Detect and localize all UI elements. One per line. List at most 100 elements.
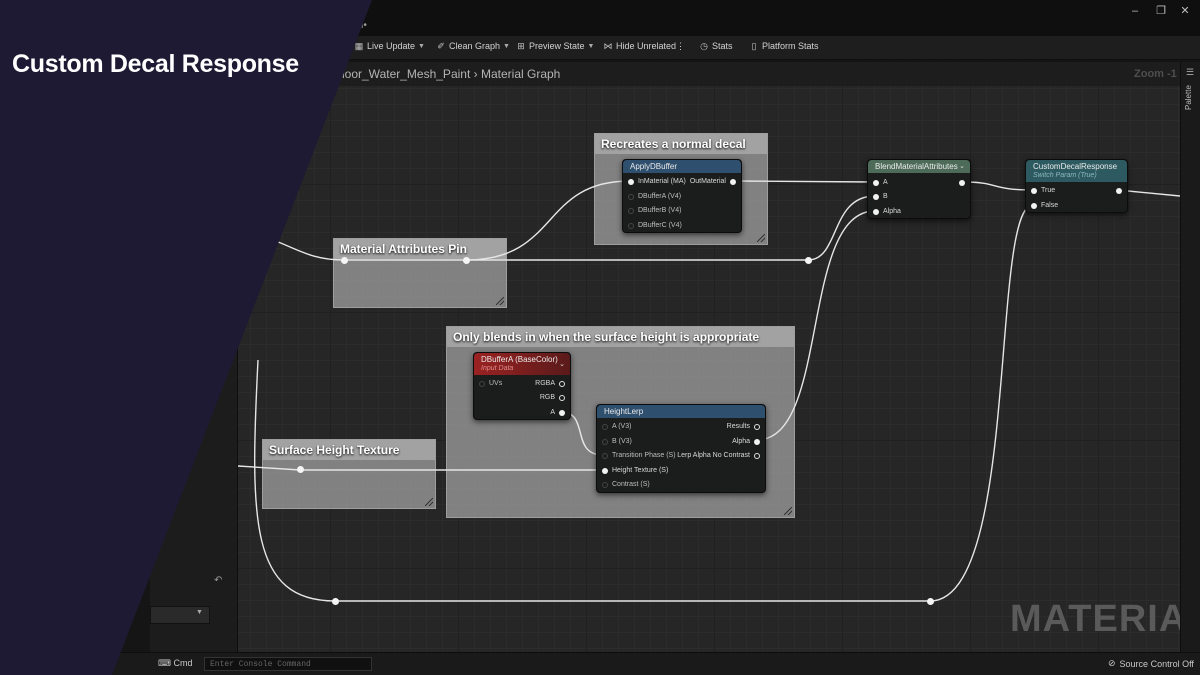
pin-label: Alpha xyxy=(732,438,750,445)
cmd-label: Cmd xyxy=(173,658,193,668)
pin-uvs[interactable]: UVs xyxy=(479,379,502,389)
reroute-knot[interactable] xyxy=(463,257,470,264)
pin-label: A xyxy=(883,179,888,186)
node-title: BlendMaterialAttributes xyxy=(875,162,958,171)
pin-dot xyxy=(754,439,760,445)
pin-dbuffera[interactable]: DBufferA (V4) xyxy=(628,192,681,202)
pin-dot xyxy=(1116,188,1122,194)
wire-left-loop xyxy=(237,229,345,261)
pin-dot xyxy=(959,180,965,186)
pin-a-v3[interactable]: A (V3) xyxy=(602,422,631,432)
pin-rgba[interactable]: RGBA xyxy=(535,379,565,389)
pin-false[interactable]: False xyxy=(1031,201,1058,211)
wire-pin-to-apply xyxy=(465,180,631,261)
pin-label: B (V3) xyxy=(612,438,632,445)
pin-lerp-alpha-no-contrast[interactable]: Lerp Alpha No Contrast xyxy=(677,451,760,461)
pin-dot xyxy=(628,194,634,200)
node-subtitle: Switch Param (True) xyxy=(1033,172,1097,179)
pin-label: A (V3) xyxy=(612,423,632,430)
node-blend-material-attributes[interactable]: BlendMaterialAttributes ⌄ A B Alpha xyxy=(867,159,971,219)
pin-dot xyxy=(873,180,879,186)
pin-dot xyxy=(559,410,565,416)
pin-label: DBufferA (V4) xyxy=(638,193,682,200)
wire-knot-to-b xyxy=(807,195,876,261)
pin-a[interactable]: A xyxy=(873,178,888,188)
pin-dot xyxy=(602,424,608,430)
pin-output[interactable] xyxy=(959,178,965,188)
pin-alpha[interactable]: Alpha xyxy=(873,207,901,217)
pin-label: A xyxy=(550,409,555,416)
pin-dot xyxy=(873,209,879,215)
pin-alpha-out[interactable]: Alpha xyxy=(732,437,760,447)
pin-a[interactable]: A xyxy=(550,408,565,418)
reroute-knot[interactable] xyxy=(341,257,348,264)
wire-left-down xyxy=(254,359,336,602)
pin-dot xyxy=(730,179,736,185)
pin-dbufferb[interactable]: DBufferB (V4) xyxy=(628,206,681,216)
chevron-down-icon[interactable]: ⌄ xyxy=(559,360,565,368)
pin-inmaterial[interactable]: InMaterial (MA) xyxy=(628,177,686,187)
pin-dot xyxy=(628,223,634,229)
node-wires xyxy=(237,180,1181,602)
reroute-knot[interactable] xyxy=(332,598,339,605)
wire-apply-to-a xyxy=(733,180,876,183)
pin-label: InMaterial (MA) xyxy=(638,178,686,185)
reroute-knot[interactable] xyxy=(927,598,934,605)
node-subtitle: Input Data xyxy=(481,365,514,372)
pin-dot xyxy=(754,424,760,430)
pin-b[interactable]: B xyxy=(873,192,888,202)
node-custom-decal-response[interactable]: CustomDecalResponse Switch Param (True) … xyxy=(1025,159,1128,213)
page-title: Custom Decal Response xyxy=(12,50,299,78)
pin-dot xyxy=(479,381,485,387)
node-title: DBufferA (BaseColor) xyxy=(481,355,558,364)
pin-dot xyxy=(559,395,565,401)
pin-label: DBufferB (V4) xyxy=(638,207,682,214)
pin-transition-phase[interactable]: Transition Phase (S) xyxy=(602,451,676,461)
source-control-icon: ⊘ xyxy=(1108,658,1116,668)
wire-false xyxy=(929,204,1034,602)
cmd-dropdown[interactable]: ⌨ Cmd xyxy=(158,658,193,669)
chevron-down-icon[interactable]: ⌄ xyxy=(959,162,965,170)
source-control-status[interactable]: ⊘ Source Control Off xyxy=(1108,658,1194,669)
pin-dot xyxy=(754,453,760,459)
pin-label: DBufferC (V4) xyxy=(638,222,682,229)
pin-dot xyxy=(873,194,879,200)
node-dbuffer-a[interactable]: DBufferA (BaseColor) Input Data ⌄ UVs RG… xyxy=(473,352,571,420)
pin-b-v3[interactable]: B (V3) xyxy=(602,437,632,447)
pin-results[interactable]: Results xyxy=(727,422,760,432)
pin-dot xyxy=(559,381,565,387)
pin-dot xyxy=(628,208,634,214)
reroute-knot[interactable] xyxy=(297,466,304,473)
pin-label: Results xyxy=(726,423,750,430)
node-title: CustomDecalResponse xyxy=(1033,162,1118,171)
pin-dot xyxy=(1031,203,1037,209)
pin-dot xyxy=(602,482,608,488)
pin-label: Contrast (S) xyxy=(612,481,650,488)
console-input[interactable]: Enter Console Command xyxy=(204,657,372,671)
pin-dot xyxy=(602,468,608,474)
wire-texture xyxy=(237,465,603,471)
pin-dot xyxy=(628,179,634,185)
node-height-lerp[interactable]: HeightLerp A (V3) B (V3) Transition Phas… xyxy=(596,404,766,493)
wire-alpha xyxy=(756,210,876,441)
pin-label: UVs xyxy=(489,380,503,387)
node-apply-dbuffer[interactable]: ApplyDBuffer InMaterial (MA) DBufferA (V… xyxy=(622,159,742,233)
pin-height-texture[interactable]: Height Texture (S) xyxy=(602,466,668,476)
pin-true[interactable]: True xyxy=(1031,186,1055,196)
node-title: ApplyDBuffer xyxy=(630,162,677,171)
pin-outmaterial[interactable]: OutMaterial xyxy=(690,177,736,187)
pin-label: RGBA xyxy=(535,380,555,387)
pin-contrast[interactable]: Contrast (S) xyxy=(602,480,650,490)
source-control-label: Source Control Off xyxy=(1119,658,1194,669)
pin-label: RGB xyxy=(539,394,555,401)
pin-label: True xyxy=(1041,187,1056,194)
reroute-knot[interactable] xyxy=(805,257,812,264)
pin-label: OutMaterial xyxy=(689,178,726,185)
pin-output[interactable] xyxy=(1116,186,1122,196)
pin-dbufferc[interactable]: DBufferC (V4) xyxy=(628,221,682,231)
pin-label: Alpha xyxy=(883,208,901,215)
pin-rgb[interactable]: RGB xyxy=(540,393,565,403)
node-title: HeightLerp xyxy=(604,407,644,416)
pin-label: False xyxy=(1041,202,1059,209)
pin-label: B xyxy=(883,193,888,200)
